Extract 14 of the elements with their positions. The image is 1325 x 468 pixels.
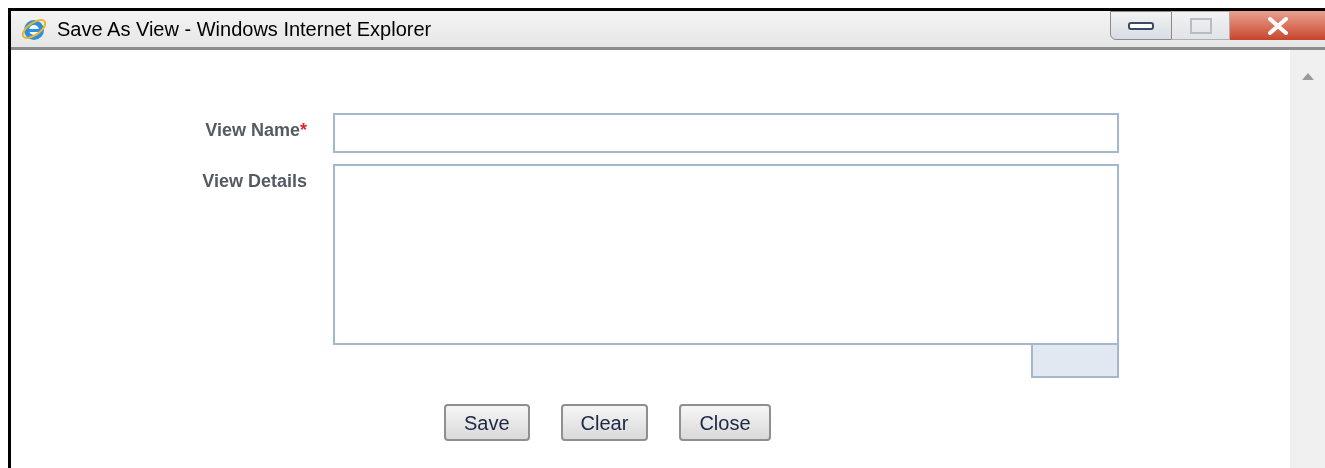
- close-icon: [1266, 16, 1289, 35]
- maximize-icon: [1188, 16, 1213, 35]
- form-button[interactable]: Close: [679, 404, 771, 441]
- minimize-icon: [1128, 21, 1154, 30]
- field-label: View Details: [202, 171, 307, 191]
- close-button[interactable]: [1230, 11, 1325, 40]
- field-label: View Name*: [205, 120, 307, 140]
- window-title: Save As View - Windows Internet Explorer: [57, 17, 432, 42]
- minimize-button[interactable]: [1110, 11, 1172, 40]
- form-button[interactable]: Clear: [560, 404, 649, 441]
- view-name-field[interactable]: [333, 113, 1119, 153]
- form-button[interactable]: Save: [444, 404, 530, 441]
- scroll-up-icon[interactable]: [1301, 72, 1314, 80]
- view-details-field[interactable]: [333, 164, 1119, 345]
